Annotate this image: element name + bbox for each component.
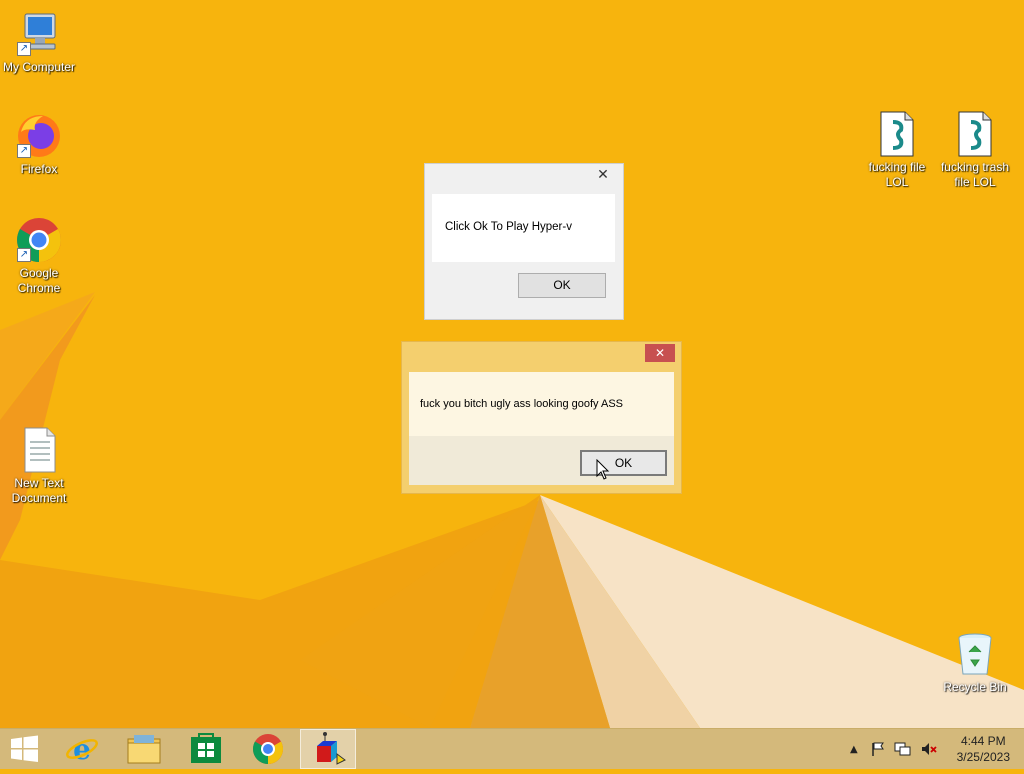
firefox-icon: ↗ (15, 112, 63, 160)
taskbar: e ▲ 4:44 PM 3/25/2023 (0, 728, 1024, 769)
message-text: fuck you bitch ugly ass looking goofy AS… (420, 398, 624, 410)
windows-logo-icon (11, 735, 38, 762)
svg-text:e: e (73, 733, 91, 766)
desktop-icon-my-computer[interactable]: ↗ My Computer (0, 10, 78, 75)
text-document-icon (15, 426, 63, 474)
app-cube-icon (317, 732, 346, 765)
network-icon[interactable] (894, 741, 912, 757)
show-hidden-icons-icon[interactable]: ▲ (850, 744, 858, 755)
message-area: Click Ok To Play Hyper-v (432, 194, 615, 262)
recycle-bin-icon (951, 630, 999, 678)
taskbar-store[interactable] (178, 729, 234, 769)
clock-time: 4:44 PM (960, 734, 1006, 748)
close-button[interactable]: ✕ (589, 165, 617, 185)
desktop-icon-fucking-file[interactable]: fucking file LOL (858, 110, 936, 190)
mouse-cursor-icon (596, 459, 610, 480)
system-tray: ▲ (850, 729, 938, 769)
desktop-icon-recycle-bin[interactable]: Recycle Bin (936, 630, 1014, 695)
desktop-icon-fucking-trash-file[interactable]: fucking trash file LOL (936, 110, 1014, 190)
desktop-icon-google-chrome[interactable]: ↗ Google Chrome (0, 216, 78, 296)
chrome-icon: ↗ (15, 216, 63, 264)
ok-button[interactable]: OK (580, 450, 667, 476)
start-button[interactable] (0, 729, 56, 769)
message-box-insult: ✕ fuck you bitch ugly ass looking goofy … (401, 341, 682, 494)
taskbar-file-explorer[interactable] (116, 729, 172, 769)
taskbar-chrome[interactable] (240, 729, 296, 769)
close-button[interactable]: ✕ (645, 344, 675, 362)
message-box-hyper-v: ✕ Click Ok To Play Hyper-v OK (424, 163, 624, 320)
script-file-icon (951, 110, 999, 158)
chrome-icon (252, 734, 284, 764)
volume-muted-icon[interactable] (920, 741, 938, 757)
shortcut-arrow-icon: ↗ (17, 42, 31, 56)
shortcut-arrow-icon: ↗ (17, 248, 31, 262)
clock-date: 3/25/2023 (956, 750, 1010, 764)
taskbar-internet-explorer[interactable]: e (54, 729, 110, 769)
computer-icon: ↗ (15, 10, 63, 58)
shortcut-arrow-icon: ↗ (17, 144, 31, 158)
store-icon (191, 733, 221, 763)
dialog-body: fuck you bitch ugly ass looking goofy AS… (409, 372, 674, 485)
action-center-flag-icon[interactable] (870, 741, 886, 757)
internet-explorer-icon: e (66, 733, 98, 766)
desktop-icon-firefox[interactable]: ↗ Firefox (0, 112, 78, 177)
taskbar-running-app[interactable] (300, 729, 356, 769)
folder-icon (127, 735, 161, 764)
script-file-icon (873, 110, 921, 158)
clock[interactable]: 4:44 PM 3/25/2023 (957, 733, 1010, 765)
message-text: Click Ok To Play Hyper-v (445, 221, 572, 233)
desktop-icon-new-text-document[interactable]: New Text Document (0, 426, 78, 506)
ok-button[interactable]: OK (518, 273, 606, 298)
message-area: fuck you bitch ugly ass looking goofy AS… (409, 372, 674, 436)
